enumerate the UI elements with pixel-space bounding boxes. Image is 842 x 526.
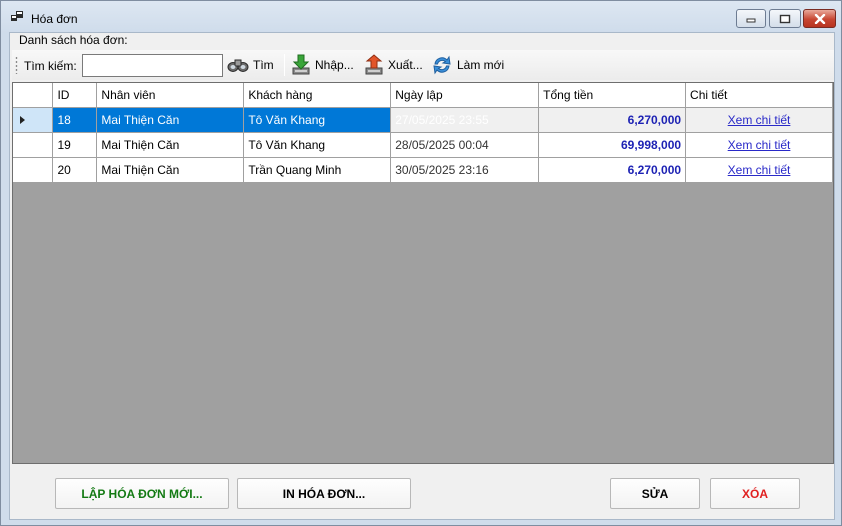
column-header-employee[interactable]: Nhân viên xyxy=(96,83,245,108)
minimize-button[interactable] xyxy=(736,9,766,28)
close-button[interactable] xyxy=(803,9,836,28)
cell-detail: Xem chi tiết xyxy=(685,132,833,158)
row-pointer-icon xyxy=(20,115,25,124)
title-bar[interactable]: Hóa đơn xyxy=(1,1,841,33)
cell-detail: Xem chi tiết xyxy=(685,107,833,133)
refresh-button[interactable]: Làm mới xyxy=(429,53,506,77)
cell-date[interactable]: 28/05/2025 00:04 xyxy=(390,132,540,158)
invoice-table: ID Nhân viên Khách hàng Ngày lập Tổng ti… xyxy=(13,83,833,183)
row-header[interactable] xyxy=(13,132,54,158)
table-row[interactable]: 20 Mai Thiện Căn Trần Quang Minh 30/05/2… xyxy=(13,157,833,183)
toolbar-separator xyxy=(284,54,285,76)
import-icon xyxy=(292,54,310,75)
search-button[interactable]: Tìm xyxy=(225,53,276,77)
column-header-date[interactable]: Ngày lập xyxy=(390,83,540,108)
table-row[interactable]: 19 Mai Thiện Căn Tô Văn Khang 28/05/2025… xyxy=(13,132,833,158)
row-header[interactable] xyxy=(13,107,54,133)
export-button-label: Xuất... xyxy=(388,58,423,72)
row-header-corner[interactable] xyxy=(13,83,54,108)
view-detail-link[interactable]: Xem chi tiết xyxy=(728,113,791,127)
maximize-button[interactable] xyxy=(769,9,801,28)
export-icon xyxy=(365,54,383,75)
cell-detail: Xem chi tiết xyxy=(685,157,833,183)
view-detail-link[interactable]: Xem chi tiết xyxy=(728,138,791,152)
edit-button[interactable]: SỬA xyxy=(610,478,700,509)
cell-employee[interactable]: Mai Thiện Căn xyxy=(96,132,245,158)
app-icon xyxy=(11,11,23,21)
refresh-icon xyxy=(433,55,451,75)
cell-total[interactable]: 6,270,000 xyxy=(538,107,687,133)
export-button[interactable]: Xuất... xyxy=(362,53,425,77)
close-icon xyxy=(814,13,825,24)
column-header-total[interactable]: Tổng tiền xyxy=(538,83,687,108)
invoice-grid[interactable]: ID Nhân viên Khách hàng Ngày lập Tổng ti… xyxy=(12,82,834,464)
invoice-window: Hóa đơn Danh sách hóa đơn: Tìm kiếm: Tìm… xyxy=(0,0,842,526)
cell-total[interactable]: 69,998,000 xyxy=(538,132,687,158)
column-header-customer[interactable]: Khách hàng xyxy=(243,83,392,108)
cell-total[interactable]: 6,270,000 xyxy=(538,157,687,183)
header-row: ID Nhân viên Khách hàng Ngày lập Tổng ti… xyxy=(13,83,833,108)
cell-employee[interactable]: Mai Thiện Căn xyxy=(96,107,245,133)
cell-date[interactable]: 27/05/2025 23:55 xyxy=(390,107,540,133)
cell-id[interactable]: 20 xyxy=(52,157,98,183)
minimize-icon xyxy=(746,18,756,22)
search-input[interactable] xyxy=(82,54,223,77)
maximize-icon xyxy=(779,14,791,23)
toolbar-grip[interactable] xyxy=(15,56,18,74)
cell-employee[interactable]: Mai Thiện Căn xyxy=(96,157,245,183)
window-title: Hóa đơn xyxy=(31,12,78,26)
row-header[interactable] xyxy=(13,157,54,183)
binoculars-icon xyxy=(227,59,249,72)
cell-customer[interactable]: Trần Quang Minh xyxy=(243,157,392,183)
import-button[interactable]: Nhập... xyxy=(289,53,356,77)
cell-customer[interactable]: Tô Văn Khang xyxy=(243,132,392,158)
print-invoice-button[interactable]: IN HÓA ĐƠN... xyxy=(237,478,411,509)
cell-id[interactable]: 19 xyxy=(52,132,98,158)
cell-customer[interactable]: Tô Văn Khang xyxy=(243,107,392,133)
column-header-detail[interactable]: Chi tiết xyxy=(685,83,833,108)
cell-date[interactable]: 30/05/2025 23:16 xyxy=(390,157,540,183)
refresh-button-label: Làm mới xyxy=(457,58,505,72)
import-button-label: Nhập... xyxy=(315,58,354,72)
table-row[interactable]: 18 Mai Thiện Căn Tô Văn Khang 27/05/2025… xyxy=(13,107,833,133)
column-header-id[interactable]: ID xyxy=(52,83,98,108)
view-detail-link[interactable]: Xem chi tiết xyxy=(728,163,791,177)
search-label: Tìm kiếm: xyxy=(24,59,77,73)
toolbar: Tìm kiếm: Tìm Nhập... Xuất... Làm mới xyxy=(12,50,834,80)
delete-button[interactable]: XÓA xyxy=(710,478,800,509)
invoice-list-label: Danh sách hóa đơn: xyxy=(19,33,128,47)
cell-id[interactable]: 18 xyxy=(52,107,98,133)
create-invoice-button[interactable]: LẬP HÓA ĐƠN MỚI... xyxy=(55,478,229,509)
search-button-label: Tìm xyxy=(253,58,274,72)
client-area: Danh sách hóa đơn: Tìm kiếm: Tìm Nhập...… xyxy=(9,32,835,520)
